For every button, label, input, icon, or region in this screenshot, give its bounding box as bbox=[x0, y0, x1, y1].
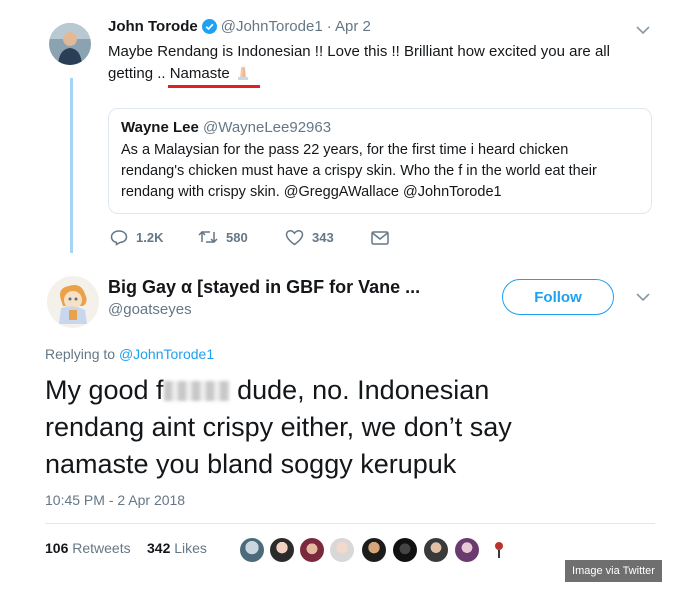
john-torode-avatar[interactable] bbox=[49, 23, 91, 65]
liker-avatar[interactable] bbox=[240, 538, 264, 562]
divider bbox=[45, 523, 655, 524]
liker-avatar[interactable] bbox=[424, 538, 448, 562]
reply-count: 1.2K bbox=[136, 230, 164, 245]
thread-connector-line bbox=[70, 78, 73, 253]
tweet-text-line: getting .. Namaste bbox=[108, 63, 610, 87]
liker-avatar[interactable] bbox=[393, 538, 417, 562]
namaste-highlight: Namaste bbox=[169, 65, 230, 82]
liker-avatar[interactable] bbox=[270, 538, 294, 562]
censored-word-blur bbox=[163, 381, 230, 401]
main-tweet-line: My good f dude, no. Indonesian bbox=[45, 372, 512, 409]
red-underline-mark bbox=[168, 85, 260, 88]
replying-to-handle-link[interactable]: @JohnTorode1 bbox=[119, 346, 214, 362]
quoted-text-line: rendang's chicken must have a crispy ski… bbox=[121, 163, 597, 179]
likes-count: 342 bbox=[147, 540, 171, 556]
main-tweet-line: rendang aint crispy either, we don’t say bbox=[45, 412, 512, 442]
retweets-count: 106 bbox=[45, 540, 69, 556]
retweet-count: 580 bbox=[226, 229, 248, 245]
quoted-text-line: rendang with crispy skin. @GreggAWallace… bbox=[121, 184, 502, 200]
author-name[interactable]: John Torode bbox=[108, 18, 198, 35]
main-tweet-line-end: dude, no. Indonesian bbox=[229, 375, 490, 405]
replying-to-line: Replying to @JohnTorode1 bbox=[45, 346, 214, 362]
image-watermark: Image via Twitter bbox=[565, 560, 662, 582]
reply-button[interactable]: 1.2K bbox=[110, 229, 163, 246]
follow-button[interactable]: Follow bbox=[502, 279, 614, 315]
tweet-date[interactable]: · Apr 2 bbox=[327, 18, 371, 35]
likes-stat[interactable]: 342 Likes bbox=[147, 540, 207, 556]
liker-avatar-small[interactable] bbox=[494, 541, 504, 559]
tweet-text: Maybe Rendang is Indonesian !! Love this… bbox=[108, 41, 610, 87]
chevron-down-icon[interactable] bbox=[636, 25, 650, 35]
likes-label: Likes bbox=[170, 540, 207, 556]
retweet-button[interactable]: 580 bbox=[198, 229, 248, 245]
main-tweet-line-start: My good f bbox=[45, 375, 164, 405]
direct-message-button[interactable] bbox=[371, 231, 397, 245]
like-count: 343 bbox=[312, 230, 334, 245]
retweet-icon bbox=[198, 230, 218, 244]
reply-icon bbox=[110, 230, 128, 246]
retweets-label: Retweets bbox=[68, 540, 131, 556]
liker-avatar[interactable] bbox=[455, 538, 479, 562]
tweet-header: John Torode @JohnTorode1 · Apr 2 bbox=[108, 18, 371, 35]
tweet-timestamp[interactable]: 10:45 PM - 2 Apr 2018 bbox=[45, 492, 185, 508]
retweets-stat[interactable]: 106 Retweets bbox=[45, 540, 131, 556]
heart-icon bbox=[285, 229, 304, 246]
quoted-text-line: As a Malaysian for the pass 22 years, fo… bbox=[121, 142, 569, 158]
quoted-tweet-text: As a Malaysian for the pass 22 years, fo… bbox=[121, 140, 597, 203]
envelope-icon bbox=[371, 231, 389, 245]
quoted-tweet-header: Wayne Lee @WayneLee92963 bbox=[121, 119, 331, 136]
quoted-author-handle: @WayneLee92963 bbox=[202, 119, 332, 136]
replying-prefix: Replying to bbox=[45, 346, 119, 362]
main-tweet-line: namaste you bland soggy kerupuk bbox=[45, 449, 457, 479]
main-author-name[interactable]: Big Gay α [stayed in GBF for Vane ... bbox=[108, 277, 420, 298]
tweet-text-line: Maybe Rendang is Indonesian !! Love this… bbox=[108, 43, 610, 60]
tweet-text-prefix: getting .. bbox=[108, 65, 170, 82]
verified-badge-icon bbox=[201, 19, 217, 34]
main-author-handle[interactable]: @goatseyes bbox=[108, 301, 192, 318]
liker-avatar[interactable] bbox=[300, 538, 324, 562]
goatseyes-avatar[interactable] bbox=[47, 276, 99, 328]
author-handle[interactable]: @JohnTorode1 bbox=[221, 18, 323, 35]
liker-avatar[interactable] bbox=[362, 538, 386, 562]
prayer-hands-emoji-icon bbox=[234, 64, 252, 87]
quoted-author-name: Wayne Lee bbox=[121, 119, 199, 136]
main-tweet-text: My good f dude, no. Indonesian rendang a… bbox=[45, 372, 512, 483]
like-button[interactable]: 343 bbox=[285, 229, 334, 246]
chevron-down-icon[interactable] bbox=[636, 292, 650, 302]
liker-avatar[interactable] bbox=[330, 538, 354, 562]
